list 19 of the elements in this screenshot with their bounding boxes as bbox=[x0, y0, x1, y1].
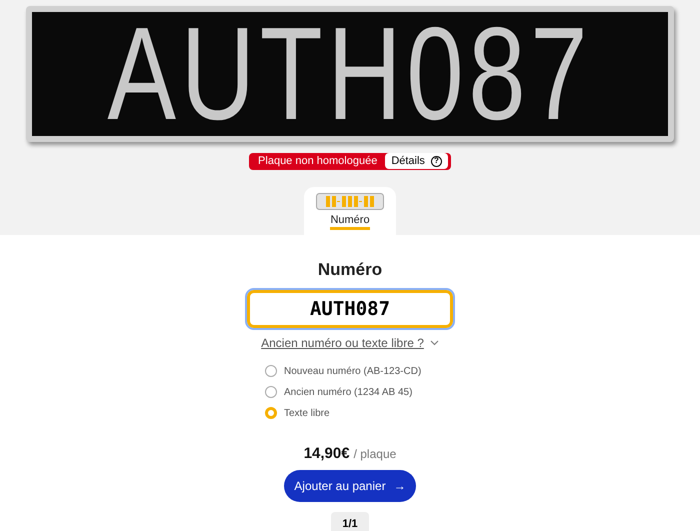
radio-label[interactable]: Nouveau numéro (AB-123-CD) bbox=[284, 364, 422, 378]
format-toggle-link[interactable]: Ancien numéro ou texte libre ? bbox=[261, 334, 424, 352]
details-button[interactable]: Détails ? bbox=[385, 153, 448, 170]
radio-button[interactable] bbox=[265, 365, 277, 377]
warning-label: Plaque non homologuée bbox=[258, 154, 378, 169]
add-to-cart-button[interactable]: Ajouter au panier → bbox=[284, 470, 416, 502]
price: 14,90€ bbox=[304, 444, 350, 464]
radio-label[interactable]: Ancien numéro (1234 AB 45) bbox=[284, 384, 412, 400]
radio-button[interactable] bbox=[265, 407, 277, 419]
price-unit: / plaque bbox=[354, 446, 396, 462]
plate-text: AUTH087 bbox=[108, 12, 592, 136]
page-indicator: 1/1 bbox=[331, 512, 369, 531]
chevron-down-icon bbox=[430, 340, 439, 346]
plate-icon bbox=[316, 192, 384, 210]
radio-button[interactable] bbox=[265, 386, 277, 398]
section-title: Numéro bbox=[318, 259, 382, 281]
radio-label[interactable]: Texte libre bbox=[284, 406, 330, 420]
plate-number-field[interactable]: AUTH087 bbox=[247, 290, 453, 328]
help-icon: ? bbox=[430, 156, 442, 167]
